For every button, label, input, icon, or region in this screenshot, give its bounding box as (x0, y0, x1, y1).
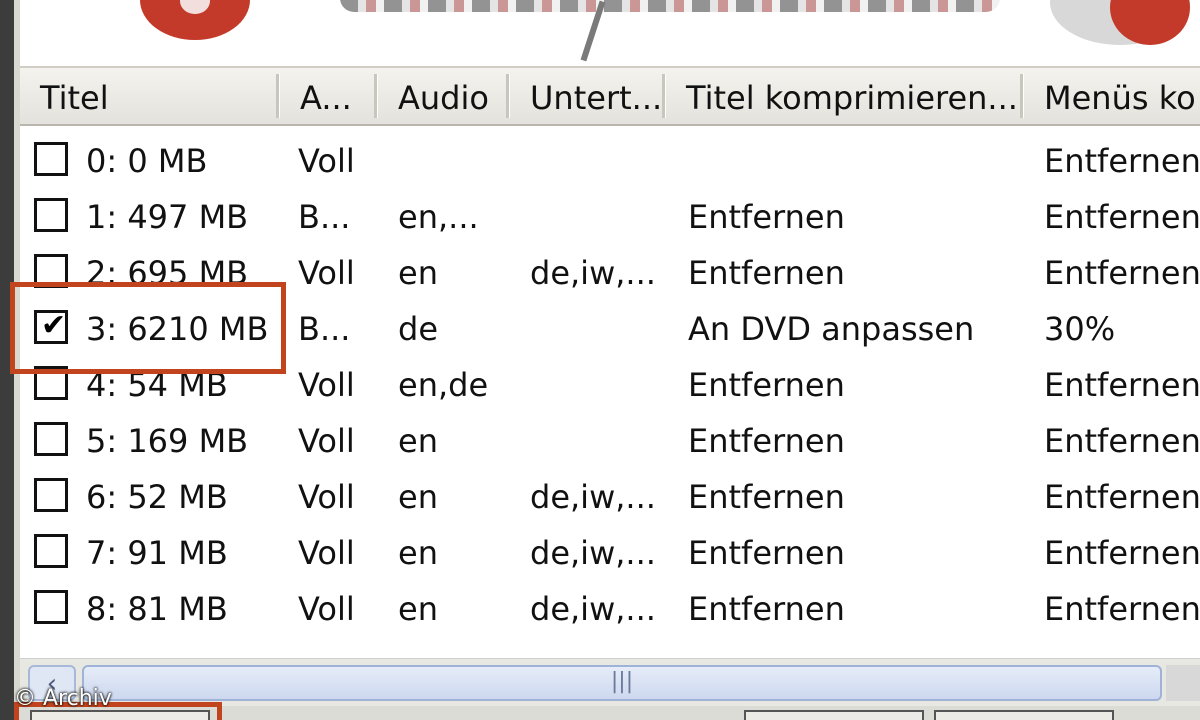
app-window: Titel A... Audio Untert... Titel komprim… (0, 0, 1200, 720)
cell-komprimieren[interactable]: Entfernen (688, 580, 1018, 636)
title-list: 0: 0 MB Voll Entfernen 1: 497 MB B... en… (20, 130, 1200, 660)
cell-untertitel (530, 132, 662, 188)
scroll-right-area[interactable] (1166, 665, 1200, 701)
cell-untertitel (530, 300, 662, 356)
table-row[interactable]: 6: 52 MB Voll en de,iw,... Entfernen Ent… (20, 468, 1200, 524)
cell-komprimieren[interactable] (688, 132, 1018, 188)
cell-titel: 8: 81 MB (86, 590, 228, 628)
cell-komprimieren[interactable]: Entfernen (688, 188, 1018, 244)
cell-komprimieren[interactable]: Entfernen (688, 356, 1018, 412)
cell-titel: 6: 52 MB (86, 478, 228, 516)
cell-menus[interactable]: Entfernen (1044, 244, 1200, 300)
cell-komprimieren[interactable]: Entfernen (688, 524, 1018, 580)
copyright-watermark: © Archiv (14, 686, 112, 711)
cell-angle: Voll (298, 590, 355, 628)
cell-audio (398, 132, 506, 188)
column-header-titel[interactable]: Titel (20, 68, 278, 124)
cell-audio: en (398, 254, 438, 292)
cell-titel: 1: 497 MB (86, 198, 249, 236)
row-checkbox[interactable] (34, 422, 68, 456)
cell-komprimieren[interactable]: Entfernen (688, 468, 1018, 524)
cell-menus[interactable]: Entfernen (1044, 468, 1200, 524)
table-row[interactable]: 0: 0 MB Voll Entfernen (20, 132, 1200, 188)
cell-komprimieren[interactable]: Entfernen (688, 412, 1018, 468)
column-header-menus[interactable]: Menüs ko (1024, 68, 1200, 124)
row-checkbox[interactable] (34, 198, 68, 232)
cell-menus[interactable]: Entfernen (1044, 580, 1200, 636)
cell-untertitel: de,iw,... (530, 590, 656, 628)
table-row[interactable]: 1: 497 MB B... en,... Entfernen Entferne… (20, 188, 1200, 244)
cell-menus[interactable]: Entfernen (1044, 356, 1200, 412)
cell-angle: B... (298, 198, 351, 236)
cell-angle: Voll (298, 254, 355, 292)
cell-menus[interactable]: 30% (1044, 300, 1200, 356)
column-header-angle[interactable]: A... (280, 68, 372, 124)
column-header-untertitel[interactable]: Untert... (510, 68, 660, 124)
scroll-thumb[interactable]: ||| (82, 665, 1162, 701)
cell-angle: Voll (298, 366, 355, 404)
cell-menus[interactable]: Entfernen (1044, 412, 1200, 468)
cell-untertitel: de,iw,... (530, 254, 656, 292)
cell-audio: en (398, 534, 438, 572)
cell-angle: B... (298, 310, 351, 348)
title-list-header: Titel A... Audio Untert... Titel komprim… (20, 66, 1200, 126)
cell-audio: de (398, 310, 438, 348)
table-row[interactable]: 7: 91 MB Voll en de,iw,... Entfernen Ent… (20, 524, 1200, 580)
column-header-audio[interactable]: Audio (378, 68, 504, 124)
row-checkbox[interactable] (34, 478, 68, 512)
row-checkbox[interactable] (34, 534, 68, 568)
cell-angle: Voll (298, 142, 355, 180)
horizontal-scrollbar[interactable]: ‹ ||| (20, 658, 1200, 707)
app-banner-logo (20, 0, 1200, 66)
cell-komprimieren[interactable]: Entfernen (688, 244, 1018, 300)
table-row[interactable]: 5: 169 MB Voll en Entfernen Entfernen (20, 412, 1200, 468)
column-header-titel-komprimieren[interactable]: Titel komprimieren... (666, 68, 1018, 124)
cell-angle: Voll (298, 478, 355, 516)
banner-logo-lettering (340, 0, 1000, 12)
cell-untertitel (530, 356, 662, 412)
cell-audio: en (398, 478, 438, 516)
cell-untertitel: de,iw,... (530, 478, 656, 516)
table-row[interactable]: 8: 81 MB Voll en de,iw,... Entfernen Ent… (20, 580, 1200, 636)
cell-audio: en (398, 590, 438, 628)
cell-audio: en,de (398, 366, 489, 404)
cell-menus[interactable]: Entfernen (1044, 132, 1200, 188)
cell-menus[interactable]: Entfernen (1044, 188, 1200, 244)
cell-titel: 0: 0 MB (86, 142, 208, 180)
row-checkbox[interactable] (34, 142, 68, 176)
row-checkbox[interactable] (34, 590, 68, 624)
cell-untertitel: de,iw,... (530, 534, 656, 572)
cell-untertitel (530, 188, 662, 244)
cell-titel: 5: 169 MB (86, 422, 249, 460)
cell-audio: en (398, 422, 438, 460)
selected-title-highlight (10, 282, 286, 374)
cell-untertitel (530, 412, 662, 468)
cell-titel: 7: 91 MB (86, 534, 228, 572)
cell-angle: Voll (298, 422, 355, 460)
cell-audio: en,... (398, 198, 479, 236)
cell-komprimieren[interactable]: An DVD anpassen (688, 300, 1018, 356)
cell-angle: Voll (298, 534, 355, 572)
cell-menus[interactable]: Entfernen (1044, 524, 1200, 580)
bottom-button[interactable] (934, 710, 1114, 720)
bottom-button[interactable] (744, 710, 924, 720)
